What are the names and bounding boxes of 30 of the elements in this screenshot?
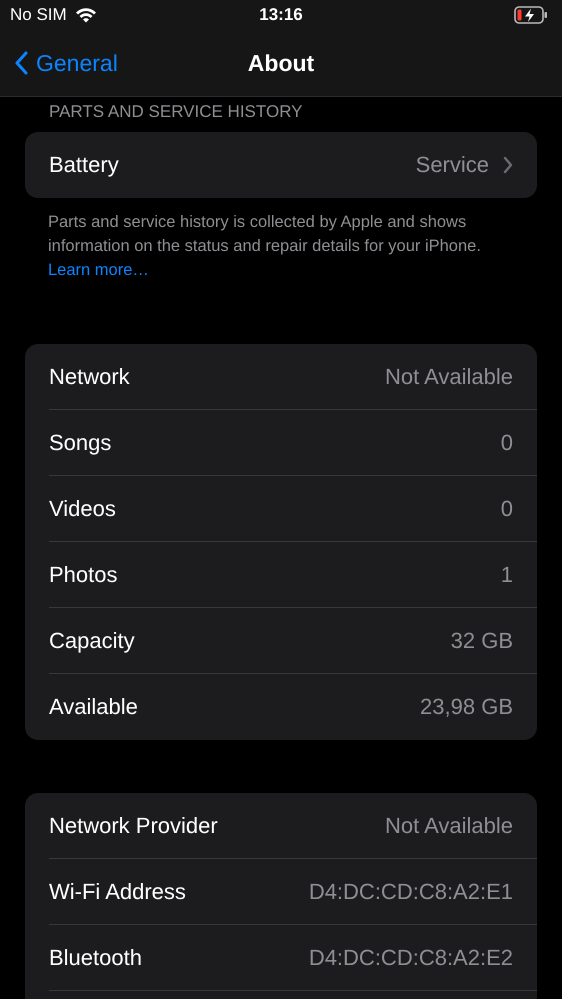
row-value: 1: [500, 562, 513, 588]
row-value: 23,98 GB: [420, 694, 513, 720]
row-label: Network Provider: [49, 812, 219, 838]
row-value: Not Available: [384, 812, 513, 838]
chevron-left-icon: [14, 51, 28, 75]
row-label: Bluetooth: [49, 944, 143, 970]
wifi-icon: [74, 7, 97, 23]
row-value: D4:DC:CD:C8:A2:E2: [308, 944, 513, 970]
row-label: Battery: [49, 152, 120, 178]
section-header: PARTS AND SERVICE HISTORY: [48, 101, 304, 123]
row-label: Capacity: [49, 628, 136, 654]
row-label: Photos: [49, 562, 118, 588]
row-label: Songs: [49, 430, 112, 456]
learn-more-link[interactable]: Learn more…: [48, 261, 149, 279]
row-label: Available: [49, 694, 139, 720]
row-value: 32 GB: [450, 628, 513, 654]
page-title: About: [248, 50, 314, 76]
row-value: 0: [500, 430, 513, 456]
row-value: 0: [500, 496, 513, 522]
carrier-label: No SIM: [10, 5, 67, 25]
row-label: Wi-Fi Address: [49, 878, 187, 904]
status-time: 13:16: [259, 5, 303, 25]
disclosure-link[interactable]: Service: [416, 152, 513, 178]
footer-text: Parts and service history is collected by Apple and shows information on the status and repair details for your iPhone. Learn more…: [47, 212, 482, 281]
back-button[interactable]: General: [14, 50, 118, 76]
chevron-right-icon: [503, 156, 513, 174]
row-value: Not Available: [384, 364, 513, 390]
row-label: Videos: [49, 496, 117, 522]
row-value: D4:DC:CD:C8:A2:E1: [308, 878, 513, 904]
row-label: Network: [49, 364, 131, 390]
